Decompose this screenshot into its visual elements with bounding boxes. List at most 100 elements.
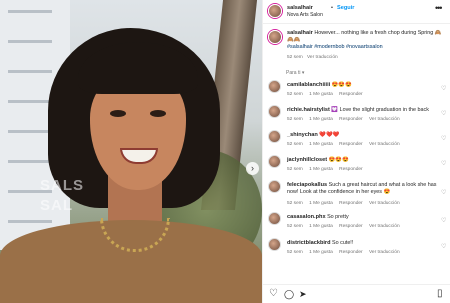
- comment-translate-link[interactable]: Ver traducción: [369, 142, 400, 147]
- comment-time: 52 sem: [287, 92, 303, 97]
- comment: districtblackbird So cute!! 52 sem 1 Me …: [263, 238, 450, 262]
- comments-sort-dropdown[interactable]: Para ti ▾: [286, 70, 304, 76]
- comment-avatar[interactable]: [268, 80, 281, 93]
- comment-reply-button[interactable]: Responder: [339, 224, 362, 229]
- comment-likes[interactable]: 1 Me gusta: [309, 117, 333, 122]
- post-media[interactable]: SALS SAL ›: [0, 0, 262, 303]
- comment-body: camilablanchiiiii 😍😍😍: [287, 82, 437, 89]
- caption-text-block: salsalhair However... nothing like a fre…: [287, 30, 445, 52]
- comment-body: casasalon.phx So pretty: [287, 214, 437, 221]
- like-comment-icon[interactable]: ♡: [441, 189, 446, 196]
- comment-text: 💟 Love the slight graduation in the back: [331, 107, 429, 113]
- author-avatar[interactable]: [268, 4, 282, 18]
- comment-likes[interactable]: 1 Me gusta: [309, 224, 333, 229]
- photo-eye: [110, 110, 126, 117]
- caption-username[interactable]: salsalhair: [287, 30, 313, 36]
- comment-body: richie.hairstylist 💟 Love the slight gra…: [287, 107, 437, 114]
- comment-meta: 52 sem 1 Me gusta Responder Ver traducci…: [287, 142, 405, 147]
- comment-username[interactable]: richie.hairstylist: [287, 107, 330, 113]
- comment-username[interactable]: _shinychan: [287, 132, 318, 138]
- comment-meta: 52 sem 1 Me gusta Responder: [287, 92, 368, 97]
- photo-eye: [150, 110, 166, 117]
- like-comment-icon[interactable]: ♡: [441, 160, 446, 167]
- comment-reply-button[interactable]: Responder: [339, 117, 362, 122]
- comment-avatar[interactable]: [268, 130, 281, 143]
- like-comment-icon[interactable]: ♡: [441, 135, 446, 142]
- comment-body: _shinychan ❤️❤️❤️: [287, 132, 437, 139]
- comment-username[interactable]: casasalon.phx: [287, 214, 326, 220]
- watermark-line: SALS: [40, 177, 85, 194]
- post-sidebar: salsalhair • Seguir Nova Arts Salon ••• …: [262, 0, 450, 303]
- comment-avatar[interactable]: [268, 155, 281, 168]
- comment-time: 52 sem: [287, 167, 303, 172]
- comment-time: 52 sem: [287, 117, 303, 122]
- comment-translate-link[interactable]: Ver traducción: [369, 250, 400, 255]
- more-options-icon[interactable]: •••: [435, 3, 443, 13]
- comment-body: feleciapokallus Such a great haircut and…: [287, 182, 437, 196]
- comment-avatar[interactable]: [268, 238, 281, 251]
- author-username[interactable]: salsalhair: [287, 5, 313, 11]
- comment-username[interactable]: camilablanchiiiii: [287, 82, 330, 88]
- comment-text: So pretty: [327, 214, 349, 220]
- comment-body: districtblackbird So cute!!: [287, 240, 437, 247]
- comment-avatar[interactable]: [268, 105, 281, 118]
- watermark-line: SAL: [40, 197, 73, 214]
- comment-likes[interactable]: 1 Me gusta: [309, 201, 333, 206]
- comment-username[interactable]: feleciapokallus: [287, 182, 327, 188]
- separator-dot: •: [331, 5, 333, 11]
- caption-avatar[interactable]: [268, 30, 282, 44]
- comment-time: 52 sem: [287, 201, 303, 206]
- comment: camilablanchiiiii 😍😍😍 52 sem 1 Me gusta …: [263, 80, 450, 104]
- comment: casasalon.phx So pretty 52 sem 1 Me gust…: [263, 212, 450, 236]
- next-media-button[interactable]: ›: [246, 162, 259, 175]
- caption-translate-link[interactable]: Ver traducción: [307, 55, 338, 60]
- comment-reply-button[interactable]: Responder: [339, 250, 362, 255]
- comment-translate-link[interactable]: Ver traducción: [369, 224, 400, 229]
- comment-likes[interactable]: 1 Me gusta: [309, 92, 333, 97]
- comment-username[interactable]: districtblackbird: [287, 240, 331, 246]
- comment: _shinychan ❤️❤️❤️ 52 sem 1 Me gusta Resp…: [263, 130, 450, 154]
- comment-time: 52 sem: [287, 142, 303, 147]
- comment-translate-link[interactable]: Ver traducción: [369, 201, 400, 206]
- comment-avatar[interactable]: [268, 212, 281, 225]
- post-header: salsalhair • Seguir Nova Arts Salon •••: [263, 0, 450, 24]
- comment-text: ❤️❤️❤️: [319, 132, 340, 138]
- comment-likes[interactable]: 1 Me gusta: [309, 142, 333, 147]
- comment-time: 52 sem: [287, 224, 303, 229]
- comment: richie.hairstylist 💟 Love the slight gra…: [263, 105, 450, 129]
- comment-body: jaclynhillcloset 😍😍😍: [287, 157, 437, 164]
- comment-meta: 52 sem 1 Me gusta Responder Ver traducci…: [287, 224, 405, 229]
- comment-avatar[interactable]: [268, 180, 281, 193]
- comment-likes[interactable]: 1 Me gusta: [309, 250, 333, 255]
- comment-meta: 52 sem 1 Me gusta Responder Ver traducci…: [287, 201, 405, 206]
- save-icon[interactable]: ▯: [437, 288, 443, 300]
- caption-time: 52 sem: [287, 55, 303, 60]
- watermark: SALS SAL: [40, 176, 84, 216]
- like-comment-icon[interactable]: ♡: [441, 217, 446, 224]
- follow-button[interactable]: Seguir: [337, 5, 354, 11]
- comment: jaclynhillcloset 😍😍😍 52 sem 1 Me gusta R…: [263, 155, 450, 179]
- comment-meta: 52 sem 1 Me gusta Responder Ver traducci…: [287, 250, 405, 255]
- like-comment-icon[interactable]: ♡: [441, 110, 446, 117]
- post-actions-bar: ♡ ◯ ➤ ▯: [263, 284, 450, 303]
- comment-username[interactable]: jaclynhillcloset: [287, 157, 327, 163]
- comment-meta: 52 sem 1 Me gusta Responder Ver traducci…: [287, 117, 405, 122]
- comment-text: 😍😍😍: [328, 157, 349, 163]
- comment-likes[interactable]: 1 Me gusta: [309, 167, 333, 172]
- comment: feleciapokallus Such a great haircut and…: [263, 180, 450, 212]
- comment-reply-button[interactable]: Responder: [339, 201, 362, 206]
- comment-text: 😍😍😍: [331, 82, 352, 88]
- like-comment-icon[interactable]: ♡: [441, 85, 446, 92]
- caption-hashtags[interactable]: #salsalhair #modernbob #novaartssalon: [287, 44, 383, 50]
- comment-translate-link[interactable]: Ver traducción: [369, 117, 400, 122]
- like-icon[interactable]: ♡: [269, 288, 278, 300]
- comment-text: So cute!!: [332, 240, 354, 246]
- comment-time: 52 sem: [287, 250, 303, 255]
- share-icon[interactable]: ➤: [299, 288, 307, 300]
- comment-reply-button[interactable]: Responder: [339, 167, 362, 172]
- comment-icon[interactable]: ◯: [284, 288, 294, 300]
- comment-reply-button[interactable]: Responder: [339, 142, 362, 147]
- comment-reply-button[interactable]: Responder: [339, 92, 362, 97]
- post-location[interactable]: Nova Arts Salon: [287, 12, 323, 18]
- like-comment-icon[interactable]: ♡: [441, 243, 446, 250]
